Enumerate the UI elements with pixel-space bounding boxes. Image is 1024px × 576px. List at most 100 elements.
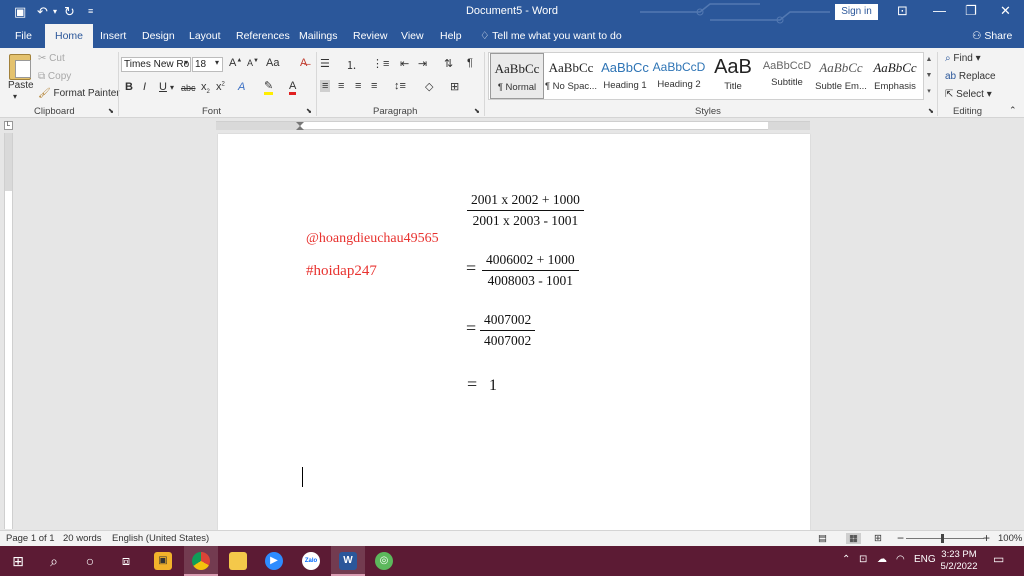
tray-chevron-icon[interactable]: ⌃ <box>842 554 850 565</box>
windows-start-icon[interactable]: ⊞ <box>9 552 27 570</box>
word-count[interactable]: 20 words <box>63 533 102 544</box>
cloud-icon[interactable]: ☁ <box>877 554 887 565</box>
print-layout-icon[interactable]: ▦ <box>846 533 861 544</box>
tab-insert[interactable]: Insert <box>98 24 128 48</box>
page-count[interactable]: Page 1 of 1 <box>6 533 55 544</box>
increase-indent-icon[interactable]: ⇥ <box>418 57 427 70</box>
format-painter-button[interactable]: 🖌 Format Painter <box>38 88 120 99</box>
clear-formatting-icon[interactable]: A̶ <box>300 57 307 69</box>
word-icon[interactable]: W <box>339 552 357 570</box>
task-view-icon[interactable]: ⧈ <box>117 552 135 570</box>
sign-in-button[interactable]: Sign in <box>835 4 878 20</box>
underline-button[interactable]: U <box>159 81 167 93</box>
system-clock[interactable]: 3:23 PM 5/2/2022 <box>936 549 982 573</box>
font-size-dropdown-icon[interactable]: ▾ <box>215 58 219 67</box>
read-mode-icon[interactable]: ▤ <box>818 533 827 544</box>
style-emphasis[interactable]: AaBbCc Emphasis <box>868 53 922 99</box>
search-icon[interactable]: ⌕ <box>45 552 63 570</box>
file-explorer-icon[interactable] <box>229 552 247 570</box>
tab-layout[interactable]: Layout <box>187 24 223 48</box>
align-right-icon[interactable]: ≡ <box>355 80 361 92</box>
align-left-icon[interactable]: ≡ <box>320 80 331 92</box>
zalo-icon[interactable]: Zalo <box>302 552 320 570</box>
numbering-icon[interactable]: ⒈ <box>346 57 357 73</box>
decrease-indent-icon[interactable]: ⇤ <box>400 57 409 70</box>
copy-button[interactable]: ⧉ Copy <box>38 71 71 82</box>
store-icon[interactable]: ▣ <box>154 552 172 570</box>
tab-references[interactable]: References <box>234 24 292 48</box>
notifications-icon[interactable]: ▭ <box>993 552 1004 566</box>
sort-icon[interactable]: ⇅ <box>444 57 453 70</box>
style-no-spacing[interactable]: AaBbCc ¶ No Spac... <box>544 53 598 99</box>
zoom-slider-thumb[interactable] <box>941 534 944 543</box>
tab-mailings[interactable]: Mailings <box>297 24 340 48</box>
close-icon[interactable]: ✕ <box>1000 3 1011 19</box>
font-color-icon[interactable]: A <box>289 81 297 95</box>
ribbon-display-icon[interactable]: ⊡ <box>897 3 908 19</box>
subscript-icon[interactable]: x2 <box>201 81 210 95</box>
font-name-dropdown-icon[interactable]: ▾ <box>184 58 188 67</box>
superscript-icon[interactable]: x2 <box>216 81 225 93</box>
tab-design[interactable]: Design <box>140 24 177 48</box>
network-icon[interactable]: ⊡ <box>859 554 867 565</box>
style-title[interactable]: AaB Title <box>706 53 760 99</box>
styles-launcher-icon[interactable]: ⬊ <box>928 107 934 115</box>
styles-scroll[interactable]: ▲ ▼ ▾ <box>924 52 934 100</box>
bullets-icon[interactable]: ☰ <box>320 57 330 70</box>
align-center-icon[interactable]: ≡ <box>338 80 344 92</box>
zoom-in-button[interactable]: + <box>983 531 990 545</box>
justify-icon[interactable]: ≡ <box>371 80 377 92</box>
tab-file[interactable]: File <box>13 24 34 48</box>
tab-view[interactable]: View <box>399 24 426 48</box>
clipboard-launcher-icon[interactable]: ⬊ <box>108 107 114 115</box>
select-button[interactable]: ⇱ Select ▾ <box>945 89 992 100</box>
paste-button[interactable]: Paste <box>8 80 34 91</box>
change-case-button[interactable]: Aa <box>266 57 279 69</box>
maximize-icon[interactable]: ❐ <box>965 3 977 19</box>
zoom-level[interactable]: 100% <box>998 533 1022 544</box>
style-heading-1[interactable]: AaBbCc Heading 1 <box>598 53 652 99</box>
find-button[interactable]: ⌕ Find ▾ <box>945 53 981 64</box>
chrome-icon[interactable] <box>192 552 210 570</box>
shading-icon[interactable]: ◇ <box>425 80 433 93</box>
tab-home[interactable]: Home <box>45 24 94 48</box>
document-page[interactable]: @hoangdieuchau49565 #hoidap247 2001 x 20… <box>218 134 810 530</box>
style-normal[interactable]: AaBbCc ¶ Normal <box>490 53 544 99</box>
grow-font-icon[interactable]: A▲ <box>229 57 242 69</box>
multilevel-list-icon[interactable]: ⋮≡ <box>372 57 389 70</box>
vertical-ruler[interactable] <box>4 133 13 529</box>
borders-icon[interactable]: ⊞ <box>450 80 459 93</box>
tell-me-search[interactable]: ♢ Tell me what you want to do <box>480 24 622 48</box>
language-icon[interactable]: ENG <box>914 554 936 565</box>
replace-button[interactable]: ab Replace <box>945 71 996 82</box>
tab-help[interactable]: Help <box>438 24 464 48</box>
zoom-out-button[interactable]: − <box>897 531 904 545</box>
cortana-icon[interactable]: ○ <box>81 552 99 570</box>
font-launcher-icon[interactable]: ⬊ <box>306 107 312 115</box>
cut-button[interactable]: ✂ Cut <box>38 53 65 64</box>
zoom-slider[interactable] <box>906 538 984 539</box>
minimize-icon[interactable]: — <box>933 3 946 18</box>
language-indicator[interactable]: English (United States) <box>112 533 209 544</box>
shrink-font-icon[interactable]: A▼ <box>247 58 259 68</box>
style-heading-2[interactable]: AaBbCcD Heading 2 <box>652 53 706 99</box>
highlight-icon[interactable]: ✎ <box>264 81 274 95</box>
wifi-icon[interactable]: ◠ <box>896 554 905 565</box>
paste-icon[interactable] <box>9 54 31 80</box>
web-layout-icon[interactable]: ⊞ <box>874 533 882 544</box>
paste-dropdown-icon[interactable]: ▾ <box>13 92 17 101</box>
collapse-ribbon-icon[interactable]: ⌃ <box>1009 105 1017 116</box>
horizontal-ruler[interactable] <box>216 121 810 130</box>
text-effects-icon[interactable]: A <box>238 81 245 93</box>
paragraph-launcher-icon[interactable]: ⬊ <box>474 107 480 115</box>
zoom-app-icon[interactable]: ▶ <box>265 552 283 570</box>
strikethrough-button[interactable]: abc <box>181 83 196 93</box>
tab-review[interactable]: Review <box>351 24 389 48</box>
style-subtitle[interactable]: AaBbCcD Subtitle <box>760 53 814 99</box>
tab-selector[interactable]: L <box>4 121 13 130</box>
underline-dropdown-icon[interactable]: ▾ <box>170 83 174 92</box>
bold-button[interactable]: B <box>125 81 133 93</box>
app-icon[interactable]: ◎ <box>375 552 393 570</box>
show-marks-icon[interactable]: ¶ <box>467 57 473 69</box>
font-name-box[interactable]: Times New Ro <box>121 57 191 72</box>
